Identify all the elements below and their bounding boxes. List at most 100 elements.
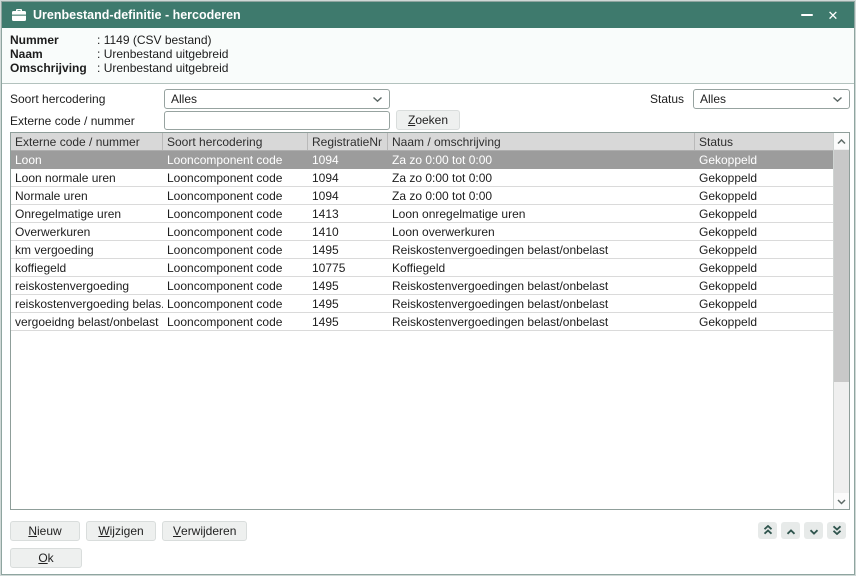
table-cell: Onregelmatige uren — [11, 205, 163, 222]
table-row[interactable]: Onregelmatige urenLooncomponent code1413… — [11, 205, 833, 223]
table-cell: Gekoppeld — [695, 241, 833, 258]
info-row-naam: Naam: Urenbestand uitgebreid — [10, 47, 846, 61]
ok-button[interactable]: Ok — [10, 548, 82, 568]
close-icon: ✕ — [828, 9, 839, 22]
table-row[interactable]: reiskostenvergoeding belas...Looncompone… — [11, 295, 833, 313]
table-cell: Looncomponent code — [163, 277, 308, 294]
info-separator: : — [97, 33, 100, 47]
wijzigen-button[interactable]: Wijzigen — [86, 521, 156, 541]
confirm-row: Ok — [10, 548, 82, 568]
status-select[interactable]: Alles — [693, 89, 850, 109]
table-main: Externe code / nummer Soort hercodering … — [11, 133, 833, 509]
title-bar: Urenbestand-definitie - hercoderen ✕ — [2, 2, 854, 28]
table-cell: Overwerkuren — [11, 223, 163, 240]
definition-info-panel: Nummer: 1149 (CSV bestand) Naam: Urenbes… — [2, 28, 854, 84]
table-cell: km vergoeding — [11, 241, 163, 258]
close-button[interactable]: ✕ — [824, 6, 842, 24]
next-record-button[interactable] — [804, 522, 823, 539]
filter-panel: Soort hercodering Alles Status Alles Ext… — [2, 85, 854, 132]
chevron-down-icon — [832, 92, 843, 106]
column-header-naam-omschrijving: Naam / omschrijving — [388, 133, 695, 150]
table-cell: Gekoppeld — [695, 169, 833, 186]
info-label: Naam — [10, 47, 97, 61]
table-cell: Loon — [11, 151, 163, 168]
scroll-down-icon — [837, 494, 846, 508]
hercodering-table: Externe code / nummer Soort hercodering … — [10, 132, 850, 510]
info-separator: : — [97, 47, 100, 61]
chevron-up-icon — [786, 523, 796, 538]
table-row[interactable]: Loon normale urenLooncomponent code1094Z… — [11, 169, 833, 187]
table-cell: Gekoppeld — [695, 187, 833, 204]
minimize-icon — [801, 14, 813, 16]
table-cell: Looncomponent code — [163, 313, 308, 330]
table-cell: reiskostenvergoeding belas... — [11, 295, 163, 312]
column-header-soort-hercodering: Soort hercodering — [163, 133, 308, 150]
last-record-button[interactable] — [827, 522, 846, 539]
soort-hercodering-value: Alles — [171, 92, 372, 106]
previous-record-button[interactable] — [781, 522, 800, 539]
status-value: Alles — [700, 92, 832, 106]
info-row-nummer: Nummer: 1149 (CSV bestand) — [10, 33, 846, 47]
info-separator: : — [97, 61, 100, 75]
table-row[interactable]: reiskostenvergoedingLooncomponent code14… — [11, 277, 833, 295]
info-value: Urenbestand uitgebreid — [104, 47, 229, 61]
soort-hercodering-label: Soort hercodering — [10, 92, 105, 106]
column-header-status: Status — [695, 133, 833, 150]
table-cell: Za zo 0:00 tot 0:00 — [388, 187, 695, 204]
externe-code-input[interactable] — [164, 111, 390, 130]
scrollbar-thumb[interactable] — [834, 150, 849, 382]
scroll-up-button[interactable] — [834, 133, 849, 149]
info-value: Urenbestand uitgebreid — [104, 61, 229, 75]
table-cell: Gekoppeld — [695, 313, 833, 330]
table-row[interactable]: koffiegeldLooncomponent code10775Koffieg… — [11, 259, 833, 277]
table-cell: koffiegeld — [11, 259, 163, 276]
table-cell: Looncomponent code — [163, 151, 308, 168]
table-cell: 1410 — [308, 223, 388, 240]
dialog-window: Urenbestand-definitie - hercoderen ✕ Num… — [1, 1, 855, 575]
table-cell: Looncomponent code — [163, 205, 308, 222]
table-cell: 1413 — [308, 205, 388, 222]
scroll-down-button[interactable] — [834, 493, 849, 509]
table-cell: 1094 — [308, 151, 388, 168]
table-cell: 1495 — [308, 241, 388, 258]
table-cell: Gekoppeld — [695, 205, 833, 222]
table-scrollbar[interactable] — [833, 133, 849, 509]
table-cell: Gekoppeld — [695, 259, 833, 276]
table-row[interactable]: Normale urenLooncomponent code1094Za zo … — [11, 187, 833, 205]
minimize-button[interactable] — [798, 6, 816, 24]
table-cell: Looncomponent code — [163, 295, 308, 312]
table-cell: Koffiegeld — [388, 259, 695, 276]
record-navigation — [758, 522, 846, 539]
info-label: Nummer — [10, 33, 97, 47]
table-row[interactable]: km vergoedingLooncomponent code1495Reisk… — [11, 241, 833, 259]
table-cell: Gekoppeld — [695, 295, 833, 312]
table-cell: Looncomponent code — [163, 187, 308, 204]
table-cell: 1495 — [308, 277, 388, 294]
table-cell: 1094 — [308, 169, 388, 186]
double-chevron-up-icon — [763, 523, 773, 538]
externe-code-label: Externe code / nummer — [10, 114, 135, 128]
table-cell: Looncomponent code — [163, 223, 308, 240]
first-record-button[interactable] — [758, 522, 777, 539]
nieuw-button[interactable]: Nieuw — [10, 521, 80, 541]
table-cell: Gekoppeld — [695, 223, 833, 240]
table-cell: reiskostenvergoeding — [11, 277, 163, 294]
action-buttons: Nieuw Wijzigen Verwijderen — [10, 521, 247, 541]
table-header: Externe code / nummer Soort hercodering … — [11, 133, 833, 151]
zoeken-button[interactable]: Zoeken — [396, 110, 460, 130]
table-cell: Looncomponent code — [163, 169, 308, 186]
table-row[interactable]: OverwerkurenLooncomponent code1410Loon o… — [11, 223, 833, 241]
table-cell: Loon onregelmatige uren — [388, 205, 695, 222]
table-cell: Reiskostenvergoedingen belast/onbelast — [388, 295, 695, 312]
table-row[interactable]: vergoeidng belast/onbelastLooncomponent … — [11, 313, 833, 331]
table-cell: Za zo 0:00 tot 0:00 — [388, 169, 695, 186]
verwijderen-button[interactable]: Verwijderen — [162, 521, 247, 541]
scroll-up-icon — [837, 134, 846, 148]
soort-hercodering-select[interactable]: Alles — [164, 89, 390, 109]
table-cell: Reiskostenvergoedingen belast/onbelast — [388, 277, 695, 294]
table-cell: Loon overwerkuren — [388, 223, 695, 240]
table-row[interactable]: LoonLooncomponent code1094Za zo 0:00 tot… — [11, 151, 833, 169]
info-label: Omschrijving — [10, 61, 97, 75]
table-cell: Normale uren — [11, 187, 163, 204]
table-cell: 1495 — [308, 295, 388, 312]
